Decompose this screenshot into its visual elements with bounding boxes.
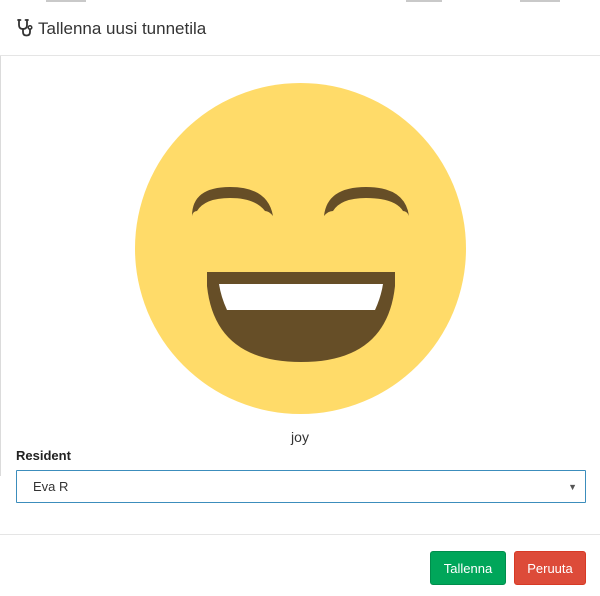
modal-dialog: Tallenna uusi tunnetila joy Resident Eva…: [0, 0, 600, 596]
save-button[interactable]: Tallenna: [430, 551, 506, 585]
emotion-label: joy: [291, 429, 309, 445]
grinning-face-icon: [135, 83, 466, 414]
resident-label: Resident: [16, 448, 71, 463]
modal-header: Tallenna uusi tunnetila: [0, 0, 600, 56]
background-edge: [0, 56, 1, 476]
modal-title: Tallenna uusi tunnetila: [38, 19, 207, 38]
stethoscope-icon: [16, 18, 34, 38]
resident-select[interactable]: Eva R ▼: [16, 470, 586, 503]
modal-footer: Tallenna Peruuta: [0, 534, 600, 596]
caret-down-icon: ▼: [568, 482, 577, 492]
cancel-button[interactable]: Peruuta: [514, 551, 586, 585]
resident-selected-value: Eva R: [33, 479, 69, 494]
